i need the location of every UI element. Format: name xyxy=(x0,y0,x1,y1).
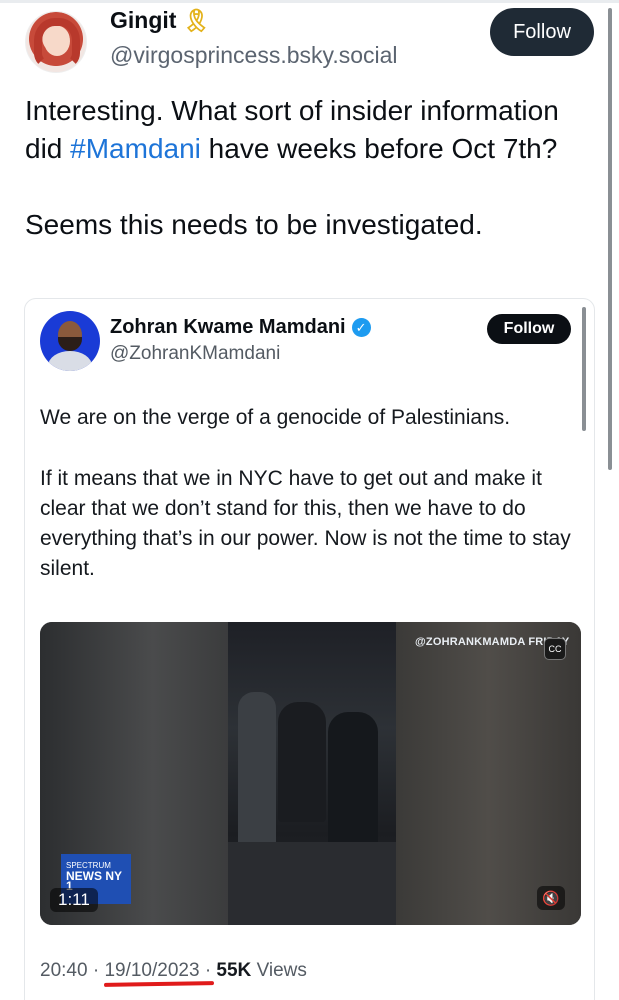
post-paragraph-2: Seems this needs to be investigated. xyxy=(25,209,483,240)
embed-follow-button[interactable]: Follow xyxy=(487,314,571,344)
embed-author-name-text[interactable]: Zohran Kwame Mamdani xyxy=(110,316,346,339)
post-paragraph-1: Interesting. What sort of insider inform… xyxy=(25,92,585,168)
author-handle[interactable]: @virgosprincess.bsky.social xyxy=(110,42,398,69)
top-divider xyxy=(0,0,619,3)
meta-separator: · xyxy=(92,960,100,981)
embed-paragraph-2: If it means that we in NYC have to get o… xyxy=(40,467,571,580)
video-crowd xyxy=(228,842,396,925)
video-player[interactable]: @ZOHRANKMAMDA FRIDAY CC SPECTRUM NEWS NY… xyxy=(40,622,581,925)
embed-author-name[interactable]: Zohran Kwame Mamdani ✓ xyxy=(110,316,371,339)
views-count: 55K xyxy=(216,960,252,981)
closed-captions-icon[interactable]: CC xyxy=(544,638,566,660)
avatar-face xyxy=(44,26,70,56)
tweet-time[interactable]: 20:40 xyxy=(40,960,88,981)
embed-avatar[interactable] xyxy=(40,311,100,371)
verified-badge-icon: ✓ xyxy=(351,318,371,337)
avatar-shirt xyxy=(48,351,92,371)
hashtag-link[interactable]: #Mamdani xyxy=(70,133,201,164)
mute-icon[interactable]: 🔇 xyxy=(537,886,565,910)
author-name-text[interactable]: Gingit xyxy=(110,7,176,34)
video-blur-right xyxy=(396,622,581,925)
views-label: Views xyxy=(256,960,307,981)
page-scrollbar[interactable] xyxy=(608,8,612,470)
author-display-name[interactable]: Gingit 🎗 xyxy=(110,7,210,34)
embed-scrollbar[interactable] xyxy=(582,307,586,431)
tweet-date[interactable]: 19/10/2023 xyxy=(104,960,199,981)
embedded-tweet-card[interactable]: Zohran Kwame Mamdani ✓ @ZohranKMamdani F… xyxy=(24,298,595,1000)
embed-tweet-text: We are on the verge of a genocide of Pal… xyxy=(40,403,580,584)
post-text: Interesting. What sort of insider inform… xyxy=(25,92,585,282)
yellow-ribbon-icon: 🎗 xyxy=(182,7,211,33)
avatar-beard xyxy=(58,337,82,351)
video-figure xyxy=(328,712,378,862)
embed-author-handle[interactable]: @ZohranKMamdani xyxy=(110,343,280,365)
tweet-meta: 20:40 · 19/10/2023 · 55K Views xyxy=(40,960,307,982)
video-frame xyxy=(228,622,396,925)
follow-button[interactable]: Follow xyxy=(490,8,594,56)
meta-separator: · xyxy=(204,960,212,981)
author-avatar[interactable] xyxy=(25,11,87,73)
embed-paragraph-1: We are on the verge of a genocide of Pal… xyxy=(40,406,511,429)
post-text-segment: have weeks before Oct 7th? xyxy=(200,133,558,164)
video-duration: 1:11 xyxy=(50,888,98,912)
red-underline-annotation xyxy=(103,981,215,987)
video-figure xyxy=(278,702,326,822)
